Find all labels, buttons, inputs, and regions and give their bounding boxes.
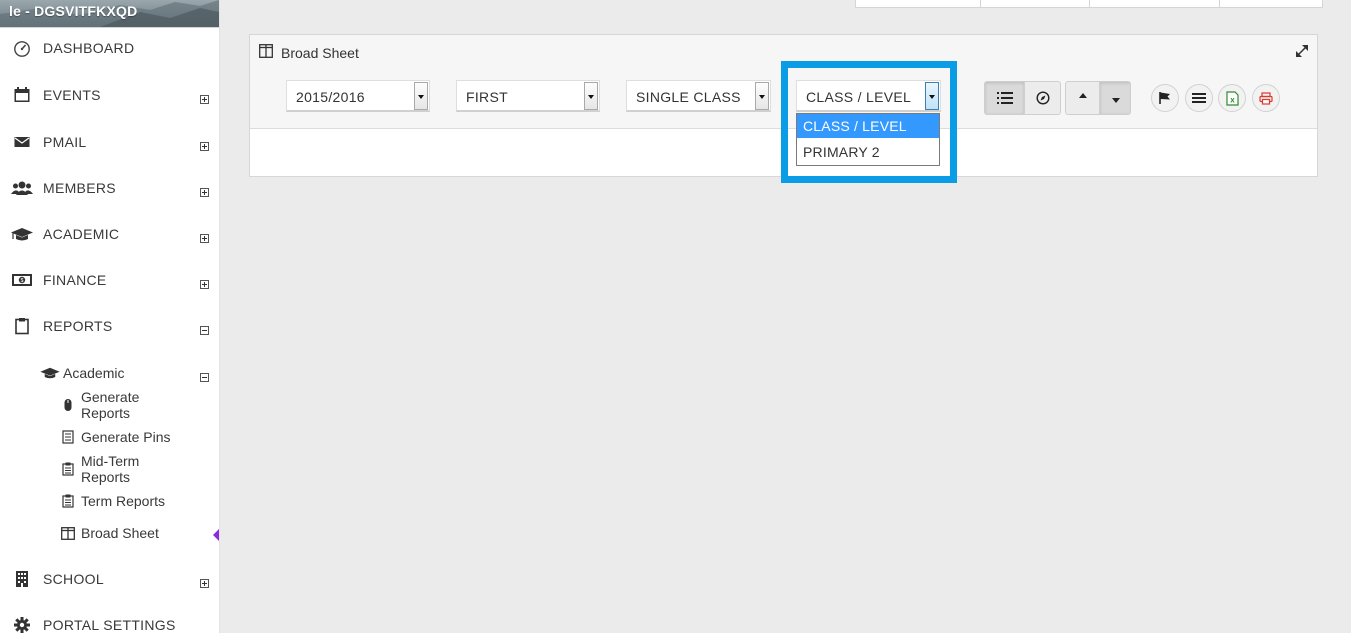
sidebar-item-label: Broad Sheet <box>81 525 159 541</box>
flag-icon <box>1159 92 1170 104</box>
nav-item-pmail[interactable]: PMAIL <box>0 129 219 155</box>
sort-desc-button[interactable] <box>1100 82 1130 114</box>
clipboard-icon <box>11 316 33 336</box>
sidebar-item-label: Generate Pins <box>81 429 171 445</box>
print-button[interactable] <box>1252 84 1280 112</box>
building-icon <box>11 569 33 589</box>
dropdown-option[interactable]: CLASS / LEVEL <box>797 114 939 138</box>
export-excel-button[interactable]: x <box>1218 84 1246 112</box>
chevron-down-icon[interactable] <box>925 82 939 110</box>
sidebar-subitem-academic-label: Academic <box>63 365 125 381</box>
sidebar: le - DGSVITFKXQD DASHBOARD EVENTS PMAIL … <box>0 0 220 633</box>
mode-select[interactable]: SINGLE CLASS <box>626 80 771 112</box>
nav-label-dashboard: DASHBOARD <box>43 40 135 56</box>
sidebar-item-generate-pins[interactable]: Generate Pins <box>0 426 180 448</box>
compass-view-button[interactable] <box>1025 82 1060 114</box>
nav-label-school: SCHOOL <box>43 571 104 587</box>
nav-label-pmail: PMAIL <box>43 134 87 150</box>
document-icon <box>61 462 75 476</box>
sidebar-item-broad-sheet[interactable]: Broad Sheet <box>0 522 180 544</box>
nav-item-reports[interactable]: REPORTS <box>0 313 219 339</box>
sort-desc-icon <box>1112 98 1120 103</box>
dropdown-option[interactable]: PRIMARY 2 <box>797 140 939 164</box>
active-item-marker <box>213 529 219 541</box>
columns-icon <box>259 44 273 58</box>
term-select-value: FIRST <box>466 89 508 105</box>
nav-item-school[interactable]: SCHOOL <box>0 566 219 592</box>
flag-button[interactable] <box>1151 84 1179 112</box>
term-select[interactable]: FIRST <box>456 80 600 112</box>
sidebar-item-label: Mid-Term Reports <box>81 453 140 485</box>
nav-label-academic: ACADEMIC <box>43 226 120 242</box>
print-icon <box>1259 91 1273 105</box>
user-id-text: le - DGSVITFKXQD <box>9 3 138 19</box>
nav-item-members[interactable]: MEMBERS <box>0 175 219 201</box>
nav-item-finance[interactable]: $ FINANCE <box>0 267 219 293</box>
envelope-icon <box>11 132 33 152</box>
sort-asc-button[interactable] <box>1066 82 1099 114</box>
class-level-select-value: CLASS / LEVEL <box>806 89 912 105</box>
expand-icon[interactable] <box>200 230 209 243</box>
session-select[interactable]: 2015/2016 <box>286 80 430 112</box>
chevron-down-icon[interactable] <box>584 82 598 110</box>
sidebar-item-mid-term-reports[interactable]: Mid-Term Reports <box>0 453 180 485</box>
expand-icon[interactable] <box>200 575 209 588</box>
sidebar-item-label: Term Reports <box>81 493 166 509</box>
chevron-down-icon[interactable] <box>414 82 428 110</box>
compass-icon <box>1036 91 1050 105</box>
calendar-icon <box>11 85 33 105</box>
money-icon: $ <box>11 270 33 290</box>
menu-icon <box>1192 93 1206 103</box>
nav-label-portal-settings: PORTAL SETTINGS <box>43 617 176 633</box>
class-level-dropdown-list: CLASS / LEVEL PRIMARY 2 <box>796 113 940 166</box>
mouse-icon <box>61 398 75 412</box>
dashboard-icon <box>11 38 33 58</box>
dropdown-option-label: CLASS / LEVEL <box>803 118 907 134</box>
session-select-value: 2015/2016 <box>296 89 365 105</box>
columns-icon <box>61 526 75 540</box>
nav-item-events[interactable]: EVENTS <box>0 82 219 108</box>
sidebar-item-label: Generate Reports <box>81 389 140 421</box>
sidebar-subitem-academic[interactable]: Academic <box>0 362 219 384</box>
expand-icon[interactable] <box>200 276 209 289</box>
graduation-cap-icon <box>11 224 33 244</box>
nav-item-dashboard[interactable]: DASHBOARD <box>0 35 219 61</box>
user-banner: le - DGSVITFKXQD <box>0 0 219 28</box>
panel-title: Broad Sheet <box>281 45 359 61</box>
list-icon <box>61 430 75 444</box>
nav-label-finance: FINANCE <box>43 272 107 288</box>
nav-label-reports: REPORTS <box>43 318 113 334</box>
expand-icon[interactable] <box>200 138 209 151</box>
list-view-icon <box>996 92 1013 104</box>
nav-item-academic[interactable]: ACADEMIC <box>0 221 219 247</box>
list-view-button[interactable] <box>985 82 1024 114</box>
document-icon <box>61 494 75 508</box>
sort-toggle-group <box>1065 81 1131 115</box>
fullscreen-icon[interactable] <box>1295 44 1309 58</box>
top-stats-strip <box>855 0 1323 8</box>
view-toggle-group <box>984 81 1061 115</box>
sidebar-item-generate-reports[interactable]: Generate Reports <box>0 389 180 421</box>
class-level-select[interactable]: CLASS / LEVEL <box>796 80 941 112</box>
nav-label-events: EVENTS <box>43 87 101 103</box>
sidebar-item-term-reports[interactable]: Term Reports <box>0 490 180 512</box>
dropdown-option-label: PRIMARY 2 <box>803 144 880 160</box>
sort-asc-icon <box>1078 93 1087 98</box>
expand-icon[interactable] <box>200 184 209 197</box>
excel-icon: x <box>1225 90 1239 106</box>
chevron-down-icon[interactable] <box>755 82 769 110</box>
collapse-icon[interactable] <box>200 322 209 335</box>
menu-button[interactable] <box>1185 84 1213 112</box>
users-icon <box>11 178 33 198</box>
svg-text:$: $ <box>21 278 24 284</box>
expand-icon[interactable] <box>200 91 209 104</box>
nav-label-members: MEMBERS <box>43 180 116 196</box>
mode-select-value: SINGLE CLASS <box>636 89 741 105</box>
gear-icon <box>11 615 33 633</box>
collapse-icon[interactable] <box>200 369 209 382</box>
svg-text:x: x <box>1230 95 1235 104</box>
panel-body <box>250 129 1317 176</box>
nav-item-portal-settings[interactable]: PORTAL SETTINGS <box>0 612 219 633</box>
graduation-cap-icon <box>40 366 60 380</box>
